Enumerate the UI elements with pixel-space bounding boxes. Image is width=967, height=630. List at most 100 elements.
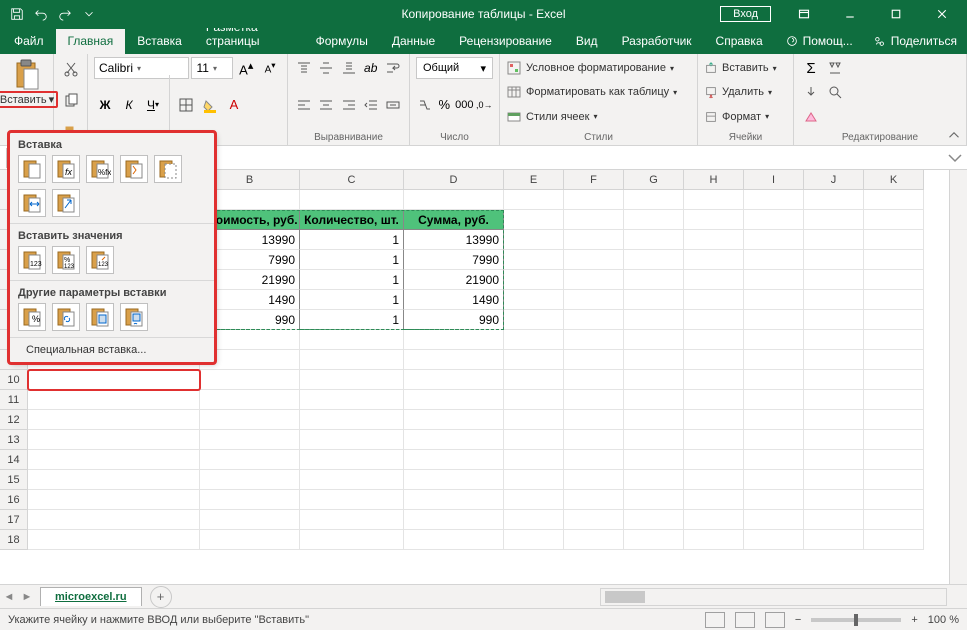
cell[interactable] (200, 410, 300, 430)
undo-icon[interactable] (30, 3, 52, 25)
cell[interactable] (684, 430, 744, 450)
table-data-cell[interactable]: 990 (404, 310, 504, 330)
cell[interactable] (684, 270, 744, 290)
cell[interactable] (744, 250, 804, 270)
cell[interactable] (684, 330, 744, 350)
column-header[interactable]: I (744, 170, 804, 190)
cell[interactable] (744, 290, 804, 310)
cell[interactable] (864, 290, 924, 310)
cell[interactable] (404, 450, 504, 470)
font-size-select[interactable]: 11▾ (191, 57, 233, 79)
sheet-nav-next-icon[interactable]: ► (18, 587, 36, 607)
cell[interactable] (744, 230, 804, 250)
cell[interactable] (624, 390, 684, 410)
ribbon-options-icon[interactable] (783, 0, 825, 28)
cell[interactable] (804, 290, 864, 310)
find-icon[interactable] (824, 81, 846, 103)
page-layout-view-icon[interactable] (735, 612, 755, 628)
cell[interactable] (804, 530, 864, 550)
cell[interactable] (744, 450, 804, 470)
column-header[interactable]: E (504, 170, 564, 190)
new-sheet-button[interactable]: + (150, 586, 172, 608)
cell[interactable] (804, 470, 864, 490)
cell[interactable] (684, 510, 744, 530)
cell[interactable] (564, 270, 624, 290)
share-button[interactable]: Поделиться (863, 29, 967, 54)
tab-developer[interactable]: Разработчик (610, 29, 704, 54)
cell[interactable] (684, 350, 744, 370)
cell[interactable] (564, 190, 624, 210)
font-name-select[interactable]: Calibri▾ (94, 57, 189, 79)
cell[interactable] (624, 410, 684, 430)
cell[interactable] (28, 450, 200, 470)
cell[interactable] (564, 330, 624, 350)
bold-button[interactable]: Ж (94, 94, 116, 116)
cell[interactable] (200, 350, 300, 370)
decrease-indent-icon[interactable] (361, 94, 381, 116)
cell[interactable] (804, 450, 864, 470)
cell[interactable] (564, 390, 624, 410)
cell[interactable] (504, 330, 564, 350)
cell[interactable] (28, 430, 200, 450)
cell[interactable] (624, 310, 684, 330)
orientation-icon[interactable]: ab (361, 57, 381, 79)
row-header[interactable]: 12 (0, 410, 28, 430)
cell[interactable] (684, 370, 744, 390)
cell[interactable] (864, 510, 924, 530)
table-data-cell[interactable]: 990 (200, 310, 300, 330)
formula-input[interactable] (164, 148, 943, 168)
cell[interactable] (684, 230, 744, 250)
cell[interactable] (684, 190, 744, 210)
cell[interactable] (504, 410, 564, 430)
cell[interactable] (864, 530, 924, 550)
cell[interactable] (744, 530, 804, 550)
cell[interactable] (804, 190, 864, 210)
paste-formulas-number-icon[interactable]: %fx (86, 155, 114, 183)
table-header-cell[interactable]: Сумма, руб. (404, 210, 504, 230)
zoom-level[interactable]: 100 % (928, 614, 959, 626)
table-data-cell[interactable]: 13990 (404, 230, 504, 250)
align-center-icon[interactable] (316, 94, 336, 116)
table-data-cell[interactable]: 1490 (200, 290, 300, 310)
cell[interactable] (404, 530, 504, 550)
cell[interactable] (504, 230, 564, 250)
cell[interactable] (504, 250, 564, 270)
cell[interactable] (684, 310, 744, 330)
cell[interactable] (744, 430, 804, 450)
cell[interactable] (804, 310, 864, 330)
save-icon[interactable] (6, 3, 28, 25)
paste-special-item[interactable]: Специальная вставка... (10, 337, 214, 362)
paste-linked-picture-icon[interactable] (120, 303, 148, 331)
cell[interactable] (864, 190, 924, 210)
cell[interactable] (744, 490, 804, 510)
cell[interactable] (564, 250, 624, 270)
cell[interactable] (564, 370, 624, 390)
cell[interactable] (744, 410, 804, 430)
table-header-cell[interactable]: Стоимость, руб. (200, 210, 300, 230)
format-as-table-button[interactable]: Форматировать как таблицу▾ (506, 81, 691, 103)
cell[interactable] (28, 470, 200, 490)
table-data-cell[interactable]: 1 (300, 270, 404, 290)
cell[interactable] (744, 510, 804, 530)
cell[interactable] (404, 470, 504, 490)
cell[interactable] (624, 250, 684, 270)
cut-icon[interactable] (60, 58, 82, 80)
cell[interactable] (300, 390, 404, 410)
sheet-tab-active[interactable]: microexcel.ru (40, 587, 142, 606)
copy-icon[interactable] (60, 90, 82, 112)
row-header[interactable]: 17 (0, 510, 28, 530)
paste-values-icon[interactable]: 123 (18, 246, 46, 274)
align-left-icon[interactable] (294, 94, 314, 116)
redo-icon[interactable] (54, 3, 76, 25)
table-data-cell[interactable]: 1 (300, 250, 404, 270)
cell[interactable] (684, 410, 744, 430)
maximize-button[interactable] (875, 0, 917, 28)
tab-formulas[interactable]: Формулы (304, 29, 380, 54)
cell[interactable] (804, 430, 864, 450)
cell[interactable] (864, 270, 924, 290)
table-data-cell[interactable]: 7990 (404, 250, 504, 270)
increase-decimal-icon[interactable]: ,0→ (475, 94, 493, 116)
cell[interactable] (564, 430, 624, 450)
fill-icon[interactable] (800, 81, 822, 103)
autosum-icon[interactable]: Σ (800, 57, 822, 79)
